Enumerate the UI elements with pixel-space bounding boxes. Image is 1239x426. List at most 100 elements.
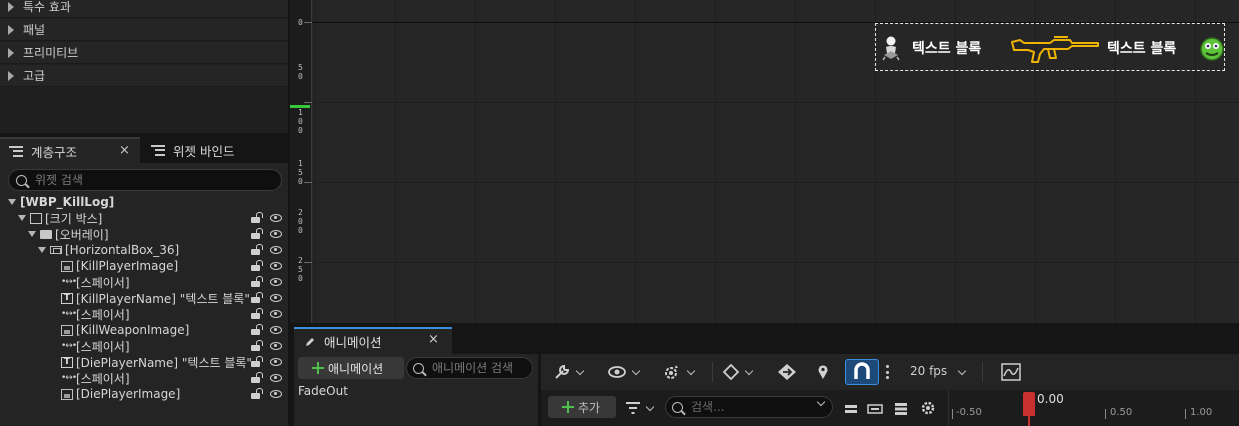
collapse-arrow-icon[interactable] [18,215,26,221]
wrench-icon [555,364,570,379]
unlock-icon[interactable] [251,356,261,368]
frame-rate-dropdown[interactable] [953,362,967,382]
unlock-icon[interactable] [251,324,261,336]
unlock-icon[interactable] [251,340,261,352]
collapse-arrow-icon[interactable] [38,247,46,253]
ruler-label: 1 [298,108,303,117]
search-icon [16,174,27,186]
eye-icon[interactable] [270,358,282,366]
unlock-icon[interactable] [251,292,261,304]
timeline-label: 0.50 [1110,407,1133,418]
eye-icon [608,366,626,378]
tree-row-killplayerimage[interactable]: [KillPlayerImage] [0,258,288,274]
snap-options-button[interactable] [886,365,889,379]
text-widget-icon: T [61,292,73,304]
tree-row-spacer[interactable]: •↔• [스페이서] [0,306,288,322]
animation-search-box[interactable] [406,357,533,379]
auto-key-button[interactable] [777,362,797,382]
magnet-icon [854,362,870,379]
playback-options-dropdown[interactable] [662,362,696,382]
track-search-input[interactable] [691,400,821,414]
sizebox-icon [30,212,42,224]
tree-row-dieplayername[interactable]: T [DiePlayerName] "텍스트 블록" [0,354,288,370]
palette-category-advanced[interactable]: 고급 [0,65,288,87]
list-view-button[interactable] [894,399,908,419]
tab-label: 계층구조 [31,144,78,160]
tab-animation[interactable]: 애니메이션 × [294,327,452,354]
tab-widget-binding[interactable]: 위젯 바인드 [142,137,288,163]
animation-list-item[interactable]: FadeOut [298,384,348,398]
eye-icon[interactable] [270,214,282,222]
killer-player-icon [882,36,900,61]
tree-row-killweaponimage[interactable]: [KillWeaponImage] [0,322,288,338]
tree-row-spacer[interactable]: •↔• [스페이서] [0,338,288,354]
palette-category-primitive[interactable]: 프리미티브 [0,42,288,64]
track-search-box[interactable] [665,396,833,418]
eye-icon[interactable] [270,310,282,318]
pin-button[interactable] [817,362,829,382]
keyframe-dropdown[interactable] [722,362,754,382]
palette-category-panel[interactable]: 패널 [0,19,288,41]
tree-row-root[interactable]: [WBP_KillLog] [0,194,288,210]
unlock-icon[interactable] [251,244,261,256]
close-icon[interactable]: × [119,143,130,158]
tree-row-horizontalbox[interactable]: [HorizontalBox_36] [0,242,288,258]
spacer-icon: •↔• [61,308,77,319]
eye-icon[interactable] [270,246,282,254]
playhead-handle[interactable] [1023,392,1035,426]
settings-button[interactable] [920,398,936,418]
plus-icon [312,362,324,374]
ruler-label: 5 [298,63,303,72]
tree-row-overlay[interactable]: [오버레이] [0,226,288,242]
view-options-dropdown[interactable] [607,362,641,382]
expand-tracks-button[interactable] [867,399,883,419]
frame-rate-label[interactable]: 20 fps [910,364,947,378]
eye-icon[interactable] [270,294,282,302]
text-widget-icon: T [61,356,73,368]
eye-icon[interactable] [270,326,282,334]
add-track-button[interactable]: 추가 [548,396,616,418]
unlock-icon[interactable] [251,276,261,288]
tab-label: 애니메이션 [324,335,382,350]
tree-row-dieplayerimage[interactable]: [DiePlayerImage] [0,386,288,402]
animation-search-input[interactable] [432,361,532,375]
collapse-arrow-icon[interactable] [8,199,16,205]
hierarchy-panel: [WBP_KillLog] [크기 박스] [오버레이] [Horizontal… [0,163,288,426]
add-animation-button[interactable]: 애니메이션 [298,357,404,379]
widget-search-input[interactable] [35,173,275,187]
eye-icon[interactable] [270,262,282,270]
eye-icon[interactable] [270,278,282,286]
curve-editor-button[interactable] [1001,362,1021,382]
snap-toggle-button[interactable] [845,359,879,385]
killlog-widget-preview[interactable]: 텍스트 블록 텍스트 블록 [875,23,1225,71]
search-icon [413,362,424,374]
unlock-icon[interactable] [251,388,261,400]
unlock-icon[interactable] [251,228,261,240]
tab-hierarchy[interactable]: 계층구조 × [0,137,140,163]
eye-icon[interactable] [270,390,282,398]
eye-icon[interactable] [270,230,282,238]
victim-player-icon [1200,37,1224,61]
collapse-tracks-button[interactable] [844,399,858,419]
filter-dropdown[interactable] [625,398,655,418]
widget-search-box[interactable] [8,169,282,191]
designer-canvas[interactable]: 0 5 0 1 0 0 1 5 0 2 0 0 2 5 0 텍스트 블록 텍스트… [290,0,1239,323]
timeline-ruler[interactable]: -0.50 0.50 1.00 0.00 [948,390,1239,426]
tree-row-sizebox[interactable]: [크기 박스] [0,210,288,226]
unlock-icon[interactable] [251,372,261,384]
tree-row-spacer[interactable]: •↔• [스페이서] [0,274,288,290]
unlock-icon[interactable] [251,260,261,272]
tree-row-spacer[interactable]: •↔• [스페이서] [0,370,288,386]
image-widget-icon [61,260,73,272]
eye-icon[interactable] [270,342,282,350]
collapse-arrow-icon[interactable] [28,231,36,237]
close-icon[interactable]: × [428,332,439,347]
unlock-icon[interactable] [251,308,261,320]
palette-category-effects[interactable]: 특수 효과 [0,0,288,18]
unlock-icon[interactable] [251,212,261,224]
eye-icon[interactable] [270,374,282,382]
tree-row-killplayername[interactable]: T [KillPlayerName] "텍스트 블록" [0,290,288,306]
tools-dropdown[interactable] [553,362,585,382]
ruler-label: 0 [298,226,303,235]
image-widget-icon [61,324,73,336]
